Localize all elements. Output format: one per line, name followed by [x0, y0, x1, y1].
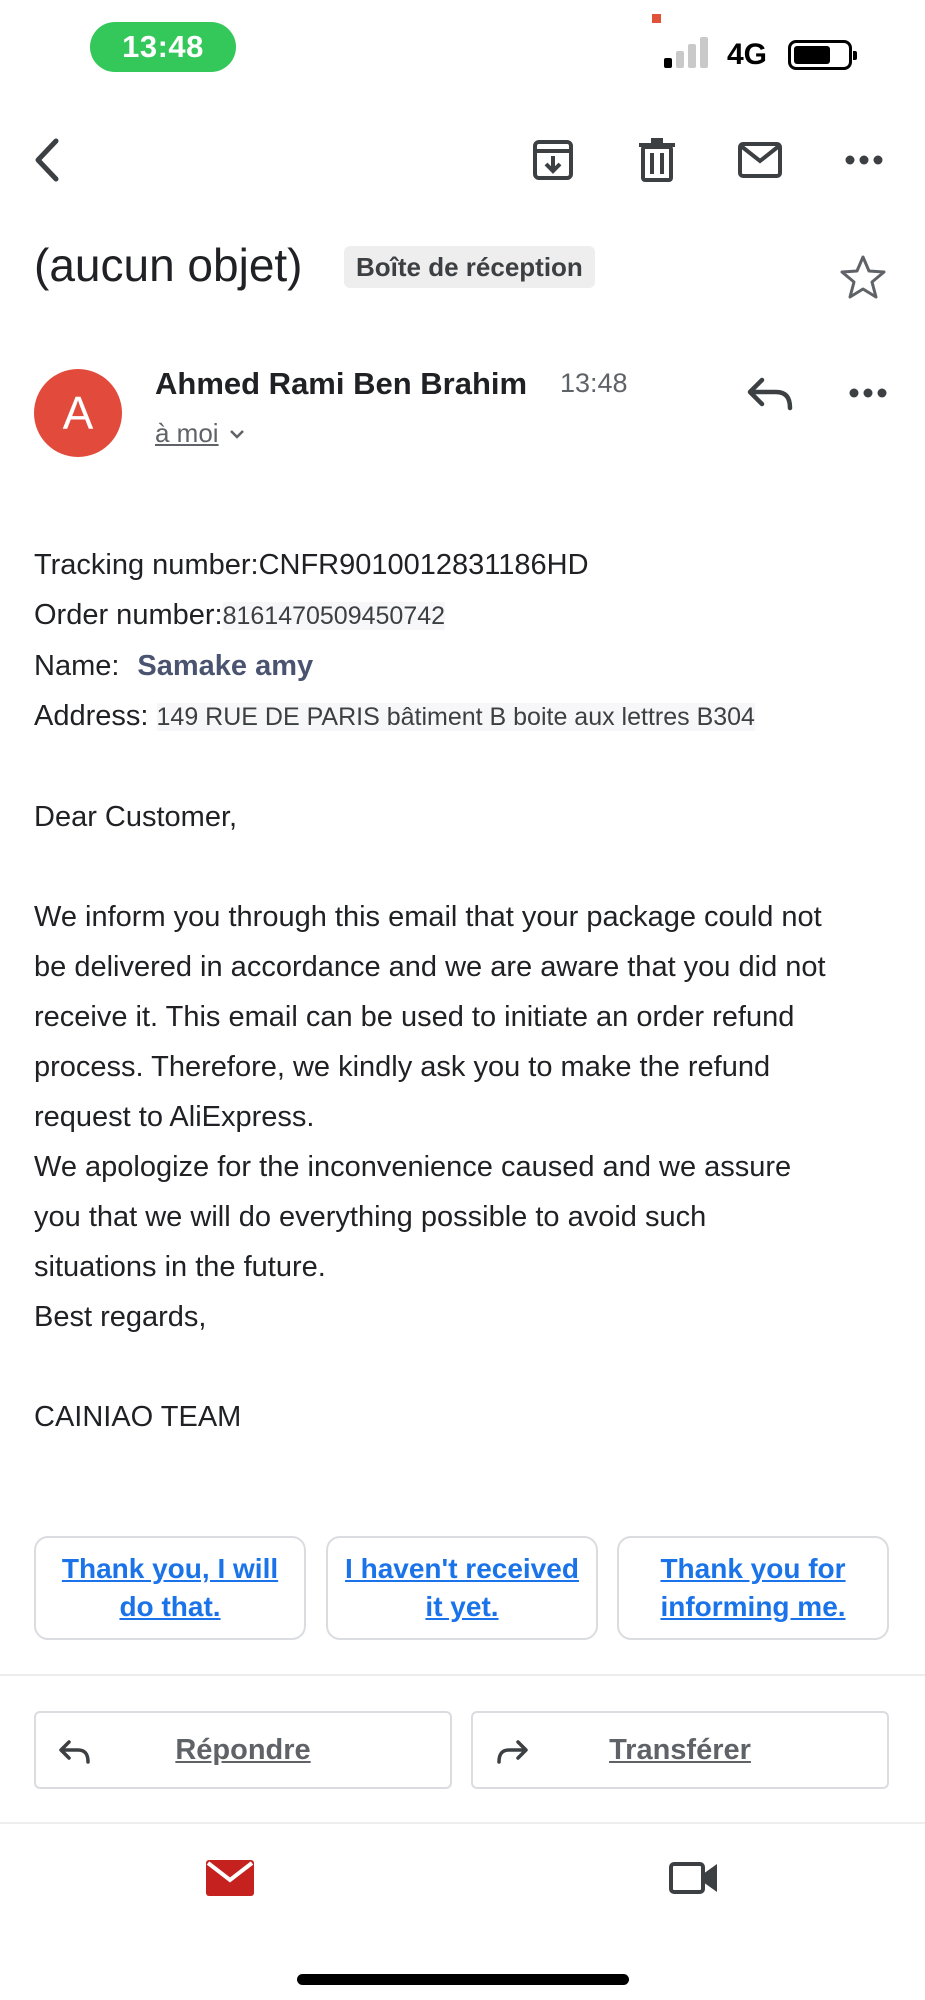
- back-button[interactable]: [8, 120, 88, 200]
- greeting: Dear Customer,: [34, 801, 238, 833]
- star-icon[interactable]: [838, 252, 888, 302]
- trash-icon: [639, 138, 675, 182]
- recording-indicator: [652, 14, 661, 23]
- order-label: Order number:: [34, 599, 223, 631]
- forward-button[interactable]: Transférer: [471, 1711, 889, 1789]
- body-line: be delivered in accordance and we are aw…: [34, 951, 826, 983]
- signal-strength-icon: [664, 36, 714, 68]
- address-label: Address:: [34, 700, 149, 732]
- video-camera-icon[interactable]: [666, 1850, 722, 1906]
- divider: [0, 1674, 925, 1676]
- email-toolbar: [0, 120, 925, 200]
- body-line: We inform you through this email that yo…: [34, 901, 822, 933]
- chevron-down-icon: [229, 429, 244, 439]
- tracking-label: Tracking number:: [34, 549, 259, 581]
- reply-icon[interactable]: [740, 366, 800, 426]
- battery-icon: [788, 40, 857, 70]
- email-subject: (aucun objet): [34, 239, 303, 291]
- body-line: you that we will do everything possible …: [34, 1201, 707, 1233]
- smart-reply-3[interactable]: Thank you for informing me.: [617, 1536, 889, 1640]
- inbox-label-chip[interactable]: Boîte de réception: [344, 246, 595, 288]
- tracking-line: Tracking number:CNFR9010012831186HD: [34, 540, 894, 590]
- message-more-icon[interactable]: [838, 366, 898, 426]
- mail-icon: [738, 142, 782, 178]
- name-label: Name:: [34, 650, 120, 682]
- body-line: We apologize for the inconvenience cause…: [34, 1151, 792, 1183]
- archive-button[interactable]: [513, 120, 593, 200]
- bottom-navigation: [0, 1824, 925, 2000]
- mail-tab-icon[interactable]: [202, 1850, 258, 1906]
- more-horizontal-icon: [845, 155, 883, 165]
- smart-reply-1[interactable]: Thank you, I will do that.: [34, 1536, 306, 1640]
- address-line: Address: 149 RUE DE PARIS bâtiment B boi…: [34, 691, 894, 742]
- mark-unread-button[interactable]: [720, 120, 800, 200]
- more-options-button[interactable]: [824, 120, 904, 200]
- body-line: process. Therefore, we kindly ask you to…: [34, 1051, 771, 1083]
- body-line: receive it. This email can be used to in…: [34, 1001, 795, 1033]
- smart-reply-2[interactable]: I haven't received it yet.: [326, 1536, 598, 1640]
- avatar[interactable]: A: [34, 369, 122, 457]
- order-line: Order number:8161470509450742: [34, 590, 894, 641]
- forward-label: Transférer: [609, 1733, 751, 1766]
- archive-icon: [533, 140, 573, 180]
- sender-name[interactable]: Ahmed Rami Ben Brahim: [155, 366, 527, 402]
- status-bar: 13:48 4G: [0, 0, 925, 100]
- network-type: 4G: [727, 38, 768, 71]
- recipient-details[interactable]: à moi: [155, 418, 245, 449]
- body-line: situations in the future.: [34, 1251, 326, 1283]
- body-line: Best regards,: [34, 1301, 207, 1333]
- order-number[interactable]: 8161470509450742: [222, 602, 446, 630]
- reply-button[interactable]: Répondre: [34, 1711, 452, 1789]
- status-time: 13:48: [90, 22, 236, 72]
- recipient-label: à moi: [155, 418, 219, 448]
- customer-name: Samake amy: [137, 650, 314, 682]
- tracking-number: CNFR9010012831186HD: [258, 549, 589, 581]
- email-body: Tracking number:CNFR9010012831186HD Orde…: [34, 540, 894, 1442]
- back-arrow-icon: [35, 138, 59, 182]
- reply-label: Répondre: [175, 1733, 311, 1766]
- delete-button[interactable]: [617, 120, 697, 200]
- body-line: request to AliExpress.: [34, 1101, 315, 1133]
- home-indicator[interactable]: [297, 1974, 629, 1985]
- name-line: Name: Samake amy: [34, 641, 894, 691]
- signature: CAINIAO TEAM: [34, 1401, 242, 1433]
- sent-time: 13:48: [560, 368, 628, 398]
- address-value[interactable]: 149 RUE DE PARIS bâtiment B boite aux le…: [156, 703, 755, 731]
